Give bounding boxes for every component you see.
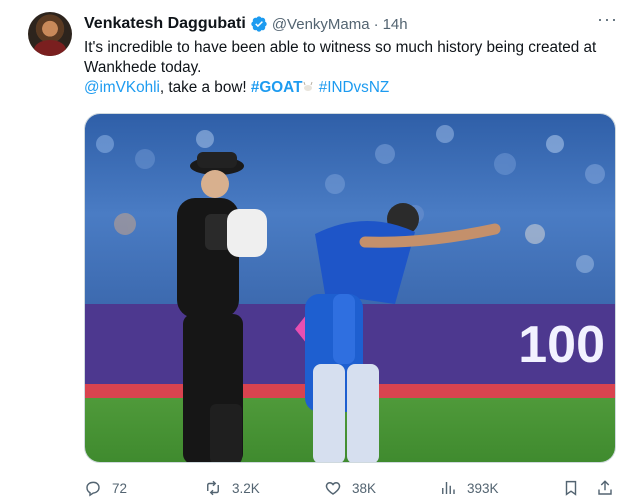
tweet-actions: 72 3.2K 38K 393K [84,476,624,500]
timestamp[interactable]: 14h [383,16,408,33]
author-handle[interactable]: @VenkyMama [272,16,370,33]
match-photo: 100 [85,114,615,462]
avatar[interactable] [28,12,72,56]
tweet-line-2: @imVKohli, take a bow! #GOAT #INDvsNZ [84,78,624,98]
hashtag-indvsnz[interactable]: #INDvsNZ [319,79,390,96]
like-button[interactable]: 38K [324,476,376,500]
tweet-media-image[interactable]: 100 [84,113,616,463]
tweet-mid-text: , take a bow! [159,79,251,96]
bookmark-icon [565,480,577,496]
views-count: 393K [467,480,499,496]
repost-count: 3.2K [232,480,260,496]
tweet-text: It's incredible to have been able to wit… [84,38,624,98]
reply-count: 72 [112,480,128,496]
scoreboard-text: 100 [518,316,605,374]
verified-badge-icon [251,16,267,32]
tweet-line-1: It's incredible to have been able to wit… [84,39,597,76]
mention-link[interactable]: @imVKohli [84,79,160,96]
like-count: 38K [352,480,377,496]
repost-icon [207,480,219,496]
goat-emoji-icon [303,81,313,91]
repost-button[interactable]: 3.2K [204,476,260,500]
views-icon [442,482,455,494]
hashtag-goat[interactable]: #GOAT [251,79,303,96]
reply-icon [86,481,100,497]
separator-dot: · [373,15,379,33]
tweet: Venkatesh Daggubati @VenkyMama · 14h ···… [0,0,640,504]
tweet-header: Venkatesh Daggubati @VenkyMama · 14h [84,13,624,35]
share-icon [598,480,612,495]
author-name[interactable]: Venkatesh Daggubati [84,15,246,33]
share-button[interactable] [596,476,624,500]
like-icon [325,482,341,495]
bookmark-button[interactable] [562,476,590,500]
more-options-icon[interactable]: ··· [597,9,618,30]
reply-button[interactable]: 72 [84,476,127,500]
views-button[interactable]: 393K [439,476,499,500]
